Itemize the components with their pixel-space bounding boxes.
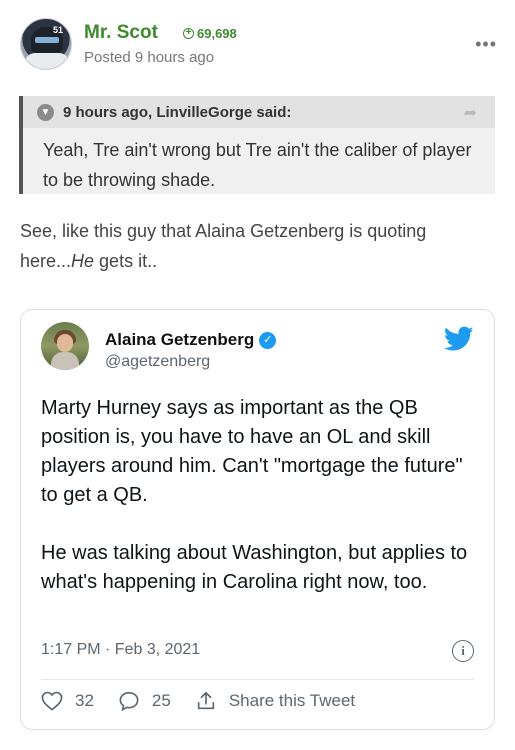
avatar-number: 51 bbox=[53, 25, 64, 35]
ellipsis-icon[interactable]: ••• bbox=[475, 34, 497, 55]
embedded-tweet[interactable]: Alaina Getzenberg ✓ @agetzenberg Marty H… bbox=[20, 309, 495, 730]
tweet-avatar[interactable] bbox=[41, 322, 89, 370]
tweet-avatar-body bbox=[51, 352, 79, 370]
post-body: See, like this guy that Alaina Getzenber… bbox=[20, 216, 480, 276]
tweet-author-name: Alaina Getzenberg bbox=[105, 330, 255, 349]
tweet-paragraph-2: He was talking about Washington, but app… bbox=[41, 542, 468, 593]
tweet-divider bbox=[41, 679, 474, 680]
quote-block: ▼ 9 hours ago, LinvilleGorge said: ➦ Yea… bbox=[19, 96, 495, 194]
tweet-avatar-face bbox=[57, 334, 73, 352]
tweet-text: Marty Hurney says as important as the QB… bbox=[41, 394, 471, 626]
reply-count: 25 bbox=[151, 691, 171, 710]
reply-bubble-icon bbox=[119, 691, 139, 711]
post-body-emphasis: He bbox=[71, 251, 95, 271]
share-label: Share this Tweet bbox=[228, 691, 356, 710]
heart-icon bbox=[41, 691, 63, 711]
author-name[interactable]: Mr. Scot bbox=[84, 22, 158, 44]
like-action[interactable]: 32 bbox=[41, 691, 94, 711]
avatar-jersey bbox=[25, 53, 69, 69]
tweet-paragraph-1: Marty Hurney says as important as the QB… bbox=[41, 397, 463, 506]
share-upload-icon bbox=[197, 691, 215, 710]
avatar-visor bbox=[35, 37, 59, 43]
tweet-handle[interactable]: @agetzenberg bbox=[105, 353, 210, 371]
avatar[interactable]: 51 bbox=[20, 18, 72, 70]
tweet-actions: 32 25 Share this Tweet bbox=[41, 690, 379, 712]
quote-citation: 9 hours ago, LinvilleGorge said: bbox=[63, 103, 292, 121]
reply-action[interactable]: 25 bbox=[118, 691, 171, 711]
tweet-timestamp[interactable]: 1:17 PM · Feb 3, 2021 bbox=[41, 641, 200, 659]
reputation-badge: + 69,698 bbox=[183, 26, 237, 41]
share-arrow-icon[interactable]: ➦ bbox=[464, 103, 477, 123]
plus-circle-icon: + bbox=[183, 28, 194, 39]
info-icon[interactable]: i bbox=[452, 640, 474, 662]
quote-header[interactable]: ▼ 9 hours ago, LinvilleGorge said: ➦ bbox=[23, 96, 495, 128]
post-header: 51 Mr. Scot + 69,698 Posted 9 hours ago … bbox=[14, 14, 501, 76]
like-count: 32 bbox=[75, 691, 94, 710]
reputation-count: 69,698 bbox=[197, 26, 237, 41]
verified-badge-icon: ✓ bbox=[259, 331, 277, 349]
tweet-author[interactable]: Alaina Getzenberg ✓ bbox=[105, 330, 277, 350]
twitter-bird-icon[interactable] bbox=[444, 326, 474, 352]
share-action[interactable]: Share this Tweet bbox=[195, 690, 355, 712]
post-body-text-end: gets it.. bbox=[94, 251, 158, 271]
chevron-down-icon[interactable]: ▼ bbox=[37, 103, 54, 121]
quote-text: Yeah, Tre ain't wrong but Tre ain't the … bbox=[43, 140, 472, 190]
post-timestamp[interactable]: Posted 9 hours ago bbox=[84, 49, 214, 66]
